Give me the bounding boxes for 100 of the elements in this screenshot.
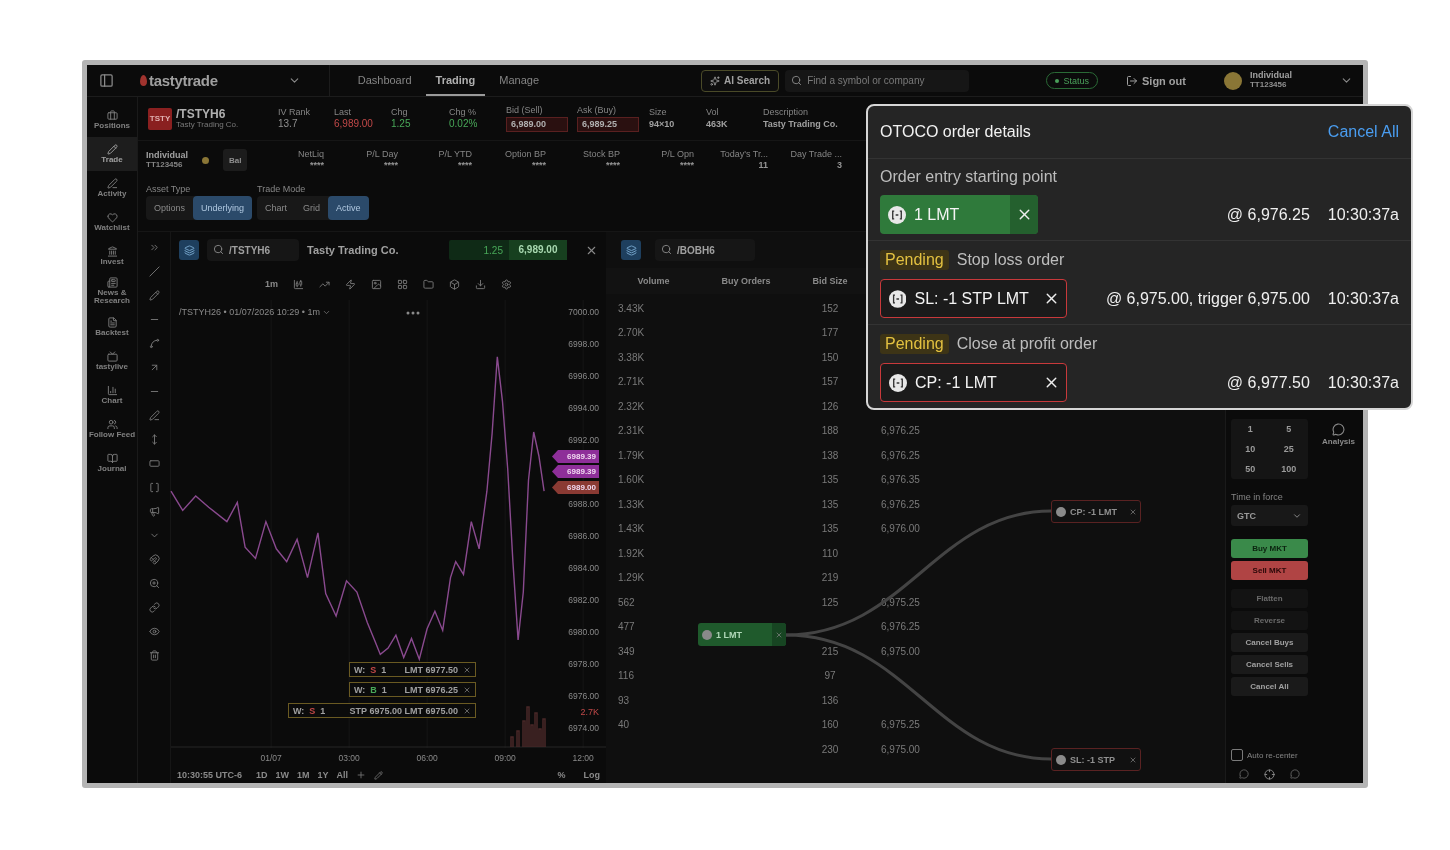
pen-icon[interactable]	[148, 410, 160, 421]
order-button[interactable]: Cancel Sells	[1231, 655, 1308, 674]
symbol-field[interactable]: /TSTYH6	[207, 239, 299, 261]
sidebar-item[interactable]: Journal	[87, 445, 137, 480]
table-cell-text: 1.92K	[617, 547, 646, 559]
segment-option[interactable]: Grid	[295, 196, 329, 220]
eye-icon[interactable]	[148, 626, 160, 637]
pencil-icon[interactable]	[148, 290, 160, 301]
order-button[interactable]: Sell MKT	[1231, 561, 1308, 580]
crosshair-icon[interactable]	[1264, 768, 1275, 780]
order-button[interactable]: Buy MKT	[1231, 539, 1308, 558]
candlestick-icon[interactable]	[293, 278, 304, 290]
close-button[interactable]	[1010, 195, 1038, 234]
drag-handle-icon[interactable]	[406, 311, 420, 315]
checkbox[interactable]	[1231, 749, 1243, 761]
analysis-button[interactable]: Analysis	[1316, 422, 1361, 447]
brackets-icon[interactable]	[148, 482, 160, 493]
quantity-button[interactable]: 100	[1269, 459, 1308, 479]
order-node[interactable]: SL: -1 STP	[1051, 748, 1141, 771]
sidebar-item[interactable]: News & Research	[87, 273, 137, 310]
sidebar-item[interactable]: Positions	[87, 103, 137, 137]
search-field[interactable]: Find a symbol or company	[785, 69, 970, 92]
order-node[interactable]: 1 LMT	[698, 623, 786, 646]
table-cell-text: 160	[820, 719, 840, 731]
segment-option[interactable]: Active	[328, 196, 369, 220]
link-icon[interactable]	[148, 602, 160, 613]
quantity-button[interactable]: 1	[1231, 419, 1270, 439]
order-chip[interactable]: CP: -1 LMT	[880, 363, 1067, 402]
sidebar-item[interactable]: Invest	[87, 239, 137, 273]
chat-icon[interactable]	[1290, 769, 1301, 779]
order-node[interactable]: CP: -1 LMT	[1051, 500, 1141, 523]
axis-label: 6996.00	[568, 371, 599, 381]
time-in-force-select[interactable]: GTC	[1231, 505, 1308, 526]
sidebar-item[interactable]: Chart	[87, 377, 137, 412]
plus-icon[interactable]	[356, 770, 367, 780]
pencil-icon[interactable]	[374, 770, 384, 780]
order-button[interactable]: Cancel All	[1231, 677, 1308, 696]
cancel-all-link[interactable]: Cancel All	[1327, 123, 1399, 141]
segment-option[interactable]: Options	[146, 196, 194, 220]
order-type-icon	[888, 205, 906, 224]
grid-icon[interactable]	[397, 278, 408, 290]
segment-option[interactable]: Chart	[257, 196, 296, 220]
balance-button[interactable]: Bal	[223, 149, 247, 171]
range-button[interactable]: 1Y	[317, 770, 329, 780]
scale-button[interactable]: Log	[583, 770, 600, 780]
sidebar-item[interactable]: Watchlist	[87, 205, 137, 239]
quantity-button[interactable]: 5	[1269, 419, 1308, 439]
chart-legend: /TSTYH26 • 01/07/2026 10:29 • 1m	[179, 307, 320, 317]
interval-button[interactable]: 1m	[265, 279, 278, 289]
line-tool-icon[interactable]	[148, 266, 160, 277]
trash-icon[interactable]	[148, 650, 160, 661]
close-icon[interactable]	[463, 706, 471, 715]
range-button[interactable]: 1W	[275, 770, 290, 780]
settings-icon[interactable]	[501, 278, 512, 290]
magnet-icon[interactable]	[148, 554, 160, 565]
order-button[interactable]: Cancel Buys	[1231, 633, 1308, 652]
sidebar-item[interactable]: tastylive	[87, 343, 137, 378]
close-icon[interactable]	[463, 685, 471, 694]
link-button[interactable]	[179, 240, 199, 260]
close-icon[interactable]	[463, 665, 471, 674]
nav-tab[interactable]: Dashboard	[347, 65, 422, 96]
rectangle-icon[interactable]	[148, 458, 160, 469]
symbol-field[interactable]: /BOBH6	[655, 239, 755, 261]
sign-out-button[interactable]: Sign out	[1120, 73, 1192, 88]
nav-tab[interactable]: Trading	[425, 65, 486, 96]
lightning-icon[interactable]	[345, 278, 356, 290]
range-button[interactable]: All	[336, 770, 349, 780]
symbol-badge: TSTY	[148, 107, 172, 130]
quantity-button[interactable]: 10	[1231, 439, 1270, 459]
megaphone-icon[interactable]	[148, 506, 160, 517]
link-button[interactable]	[621, 240, 641, 260]
image-icon[interactable]	[371, 278, 382, 290]
sidebar-item[interactable]: Trade	[87, 137, 137, 171]
brand-logo[interactable]: tastytrade	[140, 72, 218, 89]
change-value: 1.25	[482, 244, 504, 256]
nav-tab[interactable]: Manage	[489, 65, 550, 96]
order-price: @ 6,975.00, trigger 6,975.00	[1105, 289, 1310, 308]
quantity-button[interactable]: 25	[1269, 439, 1308, 459]
chevrons-icon[interactable]	[148, 242, 160, 253]
scale-button[interactable]: %	[557, 770, 566, 780]
chat-icon[interactable]	[1238, 769, 1249, 779]
download-icon[interactable]	[475, 278, 486, 290]
folder-icon[interactable]	[423, 278, 434, 290]
sidebar-item[interactable]: Activity	[87, 171, 137, 205]
range-button[interactable]: 1M	[297, 770, 310, 780]
range-button[interactable]: 1D	[256, 770, 268, 780]
curve-tool-icon[interactable]	[148, 338, 160, 349]
order-chip[interactable]: 1 LMT	[880, 195, 1038, 234]
order-chip[interactable]: SL: -1 STP LMT	[880, 279, 1067, 318]
leg-heading: Order entry starting point	[880, 168, 1057, 186]
ai-search-button[interactable]: AI Search	[701, 69, 780, 92]
panel-toggle-icon[interactable]	[99, 73, 114, 88]
zoom-icon[interactable]	[148, 578, 160, 589]
avatar[interactable]	[1224, 71, 1242, 90]
table-cell-text: 135	[820, 523, 840, 535]
quantity-button[interactable]: 50	[1231, 459, 1270, 479]
cube-icon[interactable]	[449, 278, 460, 290]
sidebar-item[interactable]: Follow Feed	[87, 411, 137, 446]
segment-option[interactable]: Underlying	[193, 196, 253, 220]
sidebar-item[interactable]: Backtest	[87, 309, 137, 344]
